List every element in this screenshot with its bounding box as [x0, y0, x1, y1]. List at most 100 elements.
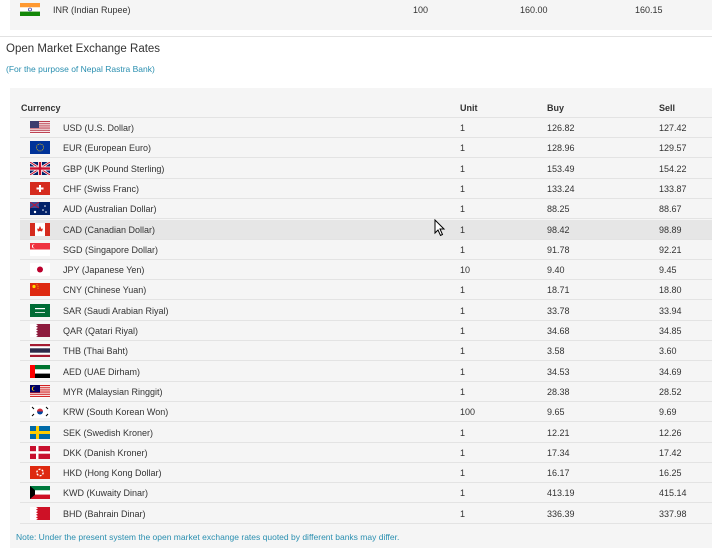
table-row-sg: SGD (Singapore Dollar) 1 91.78 92.21 [20, 240, 712, 260]
table-row-kw: KWD (Kuwaity Dinar) 1 413.19 415.14 [20, 483, 712, 504]
table-row-jp: JPY (Japanese Yen) 10 9.40 9.45 [20, 260, 712, 281]
sell-rate: 154.22 [659, 163, 687, 174]
table-row-my: MYR (Malaysian Ringgit) 1 28.38 28.52 [20, 382, 712, 402]
sell-rate: 415.14 [659, 488, 687, 499]
currency-name: DKK (Danish Kroner) [63, 447, 148, 458]
unit: 1 [460, 285, 466, 296]
table-row-us: USD (U.S. Dollar) 1 126.82 127.42 [20, 118, 712, 138]
currency-name: GBP (UK Pound Sterling) [63, 163, 165, 174]
buy-rate: 16.17 [547, 468, 570, 479]
sell-rate: 34.85 [659, 326, 682, 336]
table-row-kr: KRW (South Korean Won) 100 9.65 9.69 [20, 402, 712, 423]
flag-icon-au [30, 202, 50, 216]
header-sell: Sell [659, 103, 676, 113]
currency-name: KRW (South Korean Won) [63, 407, 169, 418]
buy-rate: 336.39 [547, 508, 575, 519]
sell-rate: 92.21 [659, 244, 682, 255]
buy-rate: 28.38 [547, 386, 570, 397]
sell-rate: 127.42 [659, 123, 687, 133]
table-row-ch: CHF (Swiss Franc) 1 133.24 133.87 [20, 179, 712, 199]
currency-name: MYR (Malaysian Ringgit) [63, 386, 163, 397]
buy-rate: 98.42 [547, 224, 570, 235]
unit: 1 [460, 123, 466, 133]
buy-rate: 17.34 [547, 447, 570, 458]
buy-rate: 91.78 [547, 244, 570, 255]
unit: 1 [460, 244, 466, 255]
flag-icon-sa [30, 303, 50, 317]
table-row-th: THB (Thai Baht) 1 3.58 3.60 [20, 341, 712, 362]
unit: 100 [413, 5, 429, 15]
table-row-se: SEK (Swedish Kroner) 1 12.21 12.26 [20, 423, 712, 443]
sell-rate: 98.89 [659, 224, 682, 235]
flag-icon-ch [30, 181, 50, 195]
table-row-gb: GBP (UK Pound Sterling) 1 153.49 154.22 [20, 159, 712, 179]
buy-rate: 34.68 [547, 326, 570, 336]
flag-icon-hk [30, 466, 50, 480]
currency-name: AED (UAE Dirham) [63, 366, 141, 377]
currency-name: THB (Thai Baht) [63, 346, 129, 357]
sell-rate: 28.52 [659, 386, 682, 397]
flag-icon-kw [30, 486, 50, 500]
currency-name: USD (U.S. Dollar) [63, 123, 135, 133]
unit: 1 [460, 163, 466, 174]
buy-rate: 9.65 [547, 407, 565, 418]
sell-rate: 12.26 [659, 427, 682, 438]
sell-rate: 34.69 [659, 366, 682, 377]
flag-icon-th [30, 344, 50, 358]
sell-rate: 17.42 [659, 447, 682, 458]
unit: 1 [460, 346, 466, 357]
unit: 1 [460, 183, 466, 194]
currency-name: KWD (Kuwaity Dinar) [63, 488, 149, 499]
buy-rate: 12.21 [547, 427, 570, 438]
sell-rate: 33.94 [659, 305, 682, 316]
flag-icon-bh [30, 506, 50, 520]
currency-name: SAR (Saudi Arabian Riyal) [63, 305, 169, 316]
unit: 1 [460, 468, 466, 479]
flag-icon-dk [30, 445, 50, 459]
sell-rate: 337.98 [659, 508, 687, 519]
sell-rate: 9.69 [659, 407, 677, 418]
sell-rate: 18.80 [659, 285, 682, 296]
unit: 1 [460, 427, 466, 438]
table-row-inr: INR (Indian Rupee) 100 160.00 160.15 [10, 0, 702, 20]
buy-rate: 128.96 [547, 143, 575, 154]
sell-rate: 160.15 [635, 5, 663, 15]
table-row-hk: HKD (Hong Kong Dollar) 1 16.17 16.25 [20, 463, 712, 484]
unit: 10 [460, 265, 471, 276]
flag-icon-jp [30, 263, 50, 277]
sell-rate: 3.60 [659, 346, 677, 357]
table-row-ae: AED (UAE Dirham) 1 34.53 34.69 [20, 362, 712, 382]
table-row-eu: EUR (European Euro) 1 128.96 129.57 [20, 138, 712, 159]
sell-rate: 88.67 [659, 204, 682, 215]
sell-rate: 16.25 [659, 468, 682, 479]
table-row-sa: SAR (Saudi Arabian Riyal) 1 33.78 33.94 [20, 301, 712, 321]
header-currency: Currency [21, 103, 61, 113]
buy-rate: 153.49 [547, 163, 575, 174]
unit: 1 [460, 488, 466, 499]
currency-name: AUD (Australian Dollar) [63, 204, 157, 215]
flag-icon-sg [30, 242, 50, 256]
table-row-ca: CAD (Canadian Dollar) 1 98.42 98.89 [20, 219, 712, 240]
currency-name: SEK (Swedish Kroner) [63, 427, 154, 438]
unit: 1 [460, 366, 466, 377]
currency-name: CHF (Swiss Franc) [63, 183, 139, 194]
table-header: Currency Unit Buy Sell [20, 98, 712, 118]
table-row-cn: CNY (Chinese Yuan) 1 18.71 18.80 [20, 280, 712, 301]
flag-icon-ae [30, 364, 50, 378]
unit: 1 [460, 508, 466, 519]
sell-rate: 9.45 [659, 265, 677, 276]
mouse-cursor-icon [434, 219, 446, 237]
header-unit: Unit [460, 103, 478, 113]
flag-icon-in [20, 3, 40, 16]
note-text: Note: Under the present system the open … [16, 532, 400, 542]
buy-rate: 18.71 [547, 285, 570, 296]
exchange-rates-table: Currency Unit Buy Sell USD (U.S. Dollar)… [10, 88, 712, 548]
buy-rate: 160.00 [520, 5, 548, 15]
currency-name: QAR (Qatari Riyal) [63, 326, 139, 336]
flag-icon-eu [30, 141, 50, 155]
unit: 1 [460, 326, 466, 336]
buy-rate: 34.53 [547, 366, 570, 377]
table-row-bh: BHD (Bahrain Dinar) 1 336.39 337.98 [20, 504, 712, 524]
buy-rate: 3.58 [547, 346, 565, 357]
table-row-qa: QAR (Qatari Riyal) 1 34.68 34.85 [20, 321, 712, 341]
